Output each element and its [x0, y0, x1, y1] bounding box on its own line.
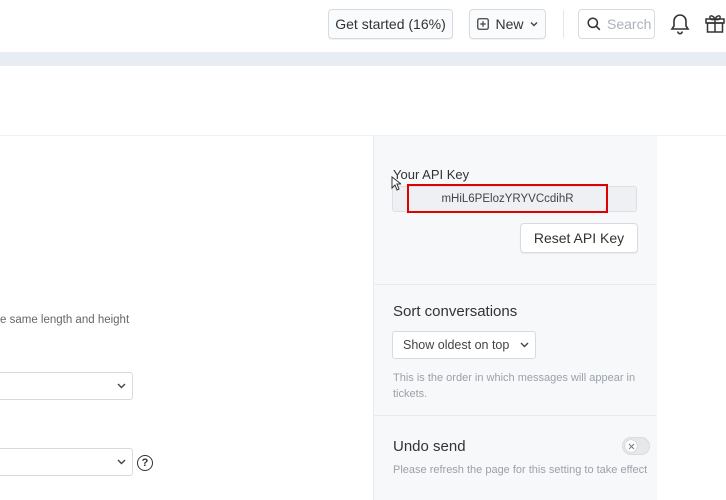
undo-send-title: Undo send: [393, 438, 466, 455]
sort-conversations-title: Sort conversations: [393, 303, 518, 320]
get-started-button[interactable]: Get started (16%): [328, 9, 453, 39]
get-started-label: Get started (16%): [335, 16, 446, 32]
toggle-knob: [625, 440, 637, 452]
reset-api-key-button[interactable]: Reset API Key: [520, 223, 638, 253]
undo-send-help-text: Please refresh the page for this setting…: [393, 464, 648, 476]
plus-square-icon: [477, 18, 490, 30]
panel-divider: [373, 415, 656, 416]
new-label: New: [495, 16, 524, 32]
left-select-2[interactable]: [0, 448, 133, 476]
search-placeholder: Search: [607, 16, 652, 32]
api-key-title: Your API Key: [393, 167, 470, 182]
sort-help-text: This is the order in which messages will…: [393, 372, 636, 400]
question-circle-icon[interactable]: ?: [137, 455, 153, 471]
header-band: [0, 52, 726, 66]
api-key-text: mHiL6PElozYRYVCcdihR: [441, 192, 574, 205]
sort-order-select[interactable]: Show oldest on top: [392, 331, 536, 359]
left-select-1[interactable]: [0, 372, 133, 400]
bell-icon[interactable]: [670, 13, 690, 35]
undo-send-toggle[interactable]: [622, 437, 650, 455]
api-key-value[interactable]: mHiL6PElozYRYVCcdihR: [407, 184, 608, 213]
sort-order-value: Show oldest on top: [403, 338, 510, 352]
new-button[interactable]: New: [469, 9, 546, 39]
top-bar: Get started (16%) New Search: [0, 0, 726, 52]
chevron-down-icon: [117, 459, 126, 465]
panel-divider: [373, 284, 656, 285]
field-description: e same length and height: [0, 314, 130, 326]
reset-api-key-label: Reset API Key: [533, 230, 625, 246]
search-icon: [587, 17, 601, 31]
chevron-down-icon: [117, 383, 126, 389]
gift-icon[interactable]: [704, 12, 726, 34]
chevron-down-icon: [520, 342, 529, 348]
chevron-down-icon: [530, 21, 538, 27]
toolbar-divider: [563, 10, 564, 38]
mouse-cursor-icon: [391, 175, 403, 196]
search-input[interactable]: Search: [578, 9, 655, 39]
